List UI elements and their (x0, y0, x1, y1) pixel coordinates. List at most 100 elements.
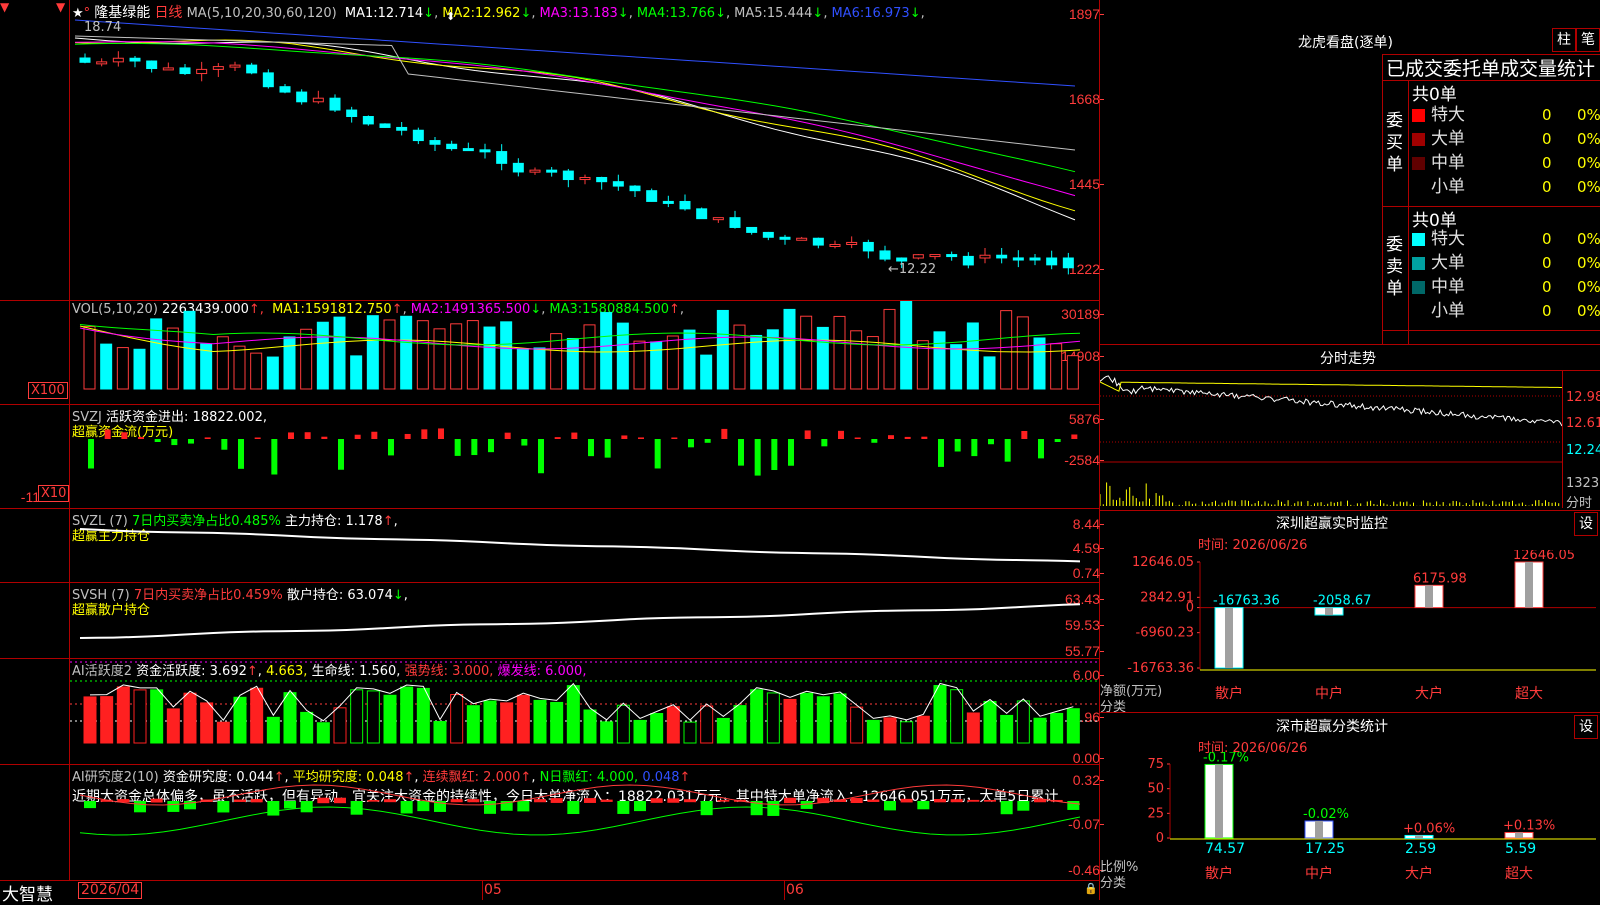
intraday-chart[interactable] (1100, 370, 1562, 508)
fund-flow-bar (571, 432, 578, 439)
ma-line (74, 42, 1076, 173)
research-bar (784, 797, 796, 804)
fund-flow-bar (454, 439, 461, 456)
candle (562, 170, 574, 181)
activity-bar (866, 719, 880, 744)
dragon-tiger-title: 龙虎看盘(逐单) (1298, 35, 1393, 51)
candle (662, 200, 674, 204)
stat-percent: 0% (1577, 106, 1600, 124)
volume-bar (500, 321, 513, 390)
ai-research-chart[interactable] (70, 765, 1098, 880)
volume-bar (666, 335, 679, 390)
fund-flow-bar (971, 439, 978, 457)
expand-icon[interactable]: ▼ (56, 0, 65, 14)
candle (596, 176, 608, 183)
stat-count: 0 (1542, 178, 1552, 196)
activity-bar (566, 685, 580, 744)
fund-flow-bar (404, 433, 411, 439)
volume-bar (100, 343, 113, 390)
fund-flow-bar (888, 435, 894, 439)
research-bar (650, 798, 663, 803)
fund-flow-bar (671, 437, 678, 439)
stat-count: 0 (1542, 254, 1552, 272)
classify-value-label: 2.59 (1405, 841, 1436, 857)
volume-bar (633, 340, 646, 390)
candle (679, 200, 691, 210)
classify-bar-shade (1215, 764, 1223, 838)
ai-active-chart[interactable] (70, 659, 1098, 764)
volume-bar (600, 312, 613, 390)
volume-bar (433, 328, 446, 390)
candle (479, 149, 491, 153)
candle (212, 66, 224, 70)
fund-flow-bar (221, 439, 228, 450)
classify-settings-button[interactable]: 设 (1574, 715, 1598, 739)
candle (129, 57, 141, 62)
fund-flow-bar (788, 439, 794, 466)
stat-label: 大单 (1431, 129, 1465, 149)
svzl-line-chart[interactable] (70, 509, 1098, 582)
activity-bar (83, 696, 97, 744)
volume-bar (133, 348, 146, 390)
fund-flow-bar (204, 437, 211, 439)
kline-chart-area[interactable]: ▼ ▼ ★° 隆基绿能 日线 MA(5,10,20,30,60,120) MA1… (0, 0, 1104, 905)
buy-stat-row: 中单 0 0% (1412, 152, 1600, 174)
candle (96, 61, 108, 65)
fund-flow-bar (721, 428, 728, 439)
candlestick-chart[interactable] (70, 18, 1098, 300)
research-bar (950, 799, 963, 803)
buy-stat-row: 特大 0 0% (1412, 104, 1600, 126)
activity-bar (816, 696, 830, 744)
sell-stat-row: 特大 0 0% (1412, 228, 1600, 250)
volume-chart[interactable] (70, 301, 1098, 404)
tick-view-button[interactable]: 笔 (1576, 28, 1600, 52)
research-bar (1000, 801, 1013, 815)
activity-bar (766, 692, 780, 744)
fund-flow-bar (371, 431, 378, 439)
candle (312, 97, 324, 103)
vol-unit-label: X100 (28, 382, 68, 399)
svzj-unit-label: X10 (38, 485, 70, 502)
research-line (79, 806, 1081, 836)
candle (762, 231, 774, 238)
activity-bar (1066, 708, 1080, 744)
research-bar (400, 801, 413, 814)
volume-bar (400, 315, 413, 390)
fund-flow-bar (871, 439, 878, 443)
activity-bar (883, 717, 897, 744)
fund-flow-bar (154, 439, 161, 442)
bar-view-button[interactable]: 柱 (1552, 28, 1576, 52)
activity-bar (233, 696, 247, 744)
monitor-bar-chart[interactable]: 12646.052842.910-6960.23-16763.36-16763.… (1100, 550, 1600, 710)
candle (246, 64, 258, 74)
date-axis-label: 05 (484, 882, 502, 898)
activity-bar (650, 713, 664, 744)
stat-percent: 0% (1577, 254, 1600, 272)
lock-icon[interactable]: 🔒 (1084, 882, 1098, 895)
svzj-bar-chart[interactable] (70, 405, 1098, 508)
research-bar (317, 797, 330, 804)
fund-flow-bar (288, 432, 294, 439)
candle (962, 255, 974, 266)
volume-bar (1000, 310, 1013, 390)
volume-bar (1016, 316, 1029, 390)
volume-bar (833, 315, 846, 390)
research-bar (1017, 801, 1030, 811)
fund-flow-bar (188, 439, 194, 444)
classify-axis-label: 25 (1147, 806, 1164, 821)
research-bar (150, 798, 163, 803)
research-bar (684, 799, 696, 803)
monitor-settings-button[interactable]: 设 (1574, 512, 1598, 536)
candle (79, 57, 91, 63)
ma-line (74, 37, 1076, 221)
classify-xlabel: 分类 (1100, 876, 1127, 891)
candle (1012, 257, 1024, 261)
classify-bar-chart[interactable]: 75 50 25 0 -0.17% 74.57 散户 -0.02% 17.25 中户 +0.06% 2… (1100, 752, 1600, 900)
monitor-category-label: 中户 (1315, 685, 1343, 702)
candle (879, 250, 891, 260)
svsh-line-chart[interactable] (70, 583, 1098, 658)
main-holding-line (79, 528, 1081, 563)
candle (396, 126, 408, 131)
monitor-bar-shade (1425, 585, 1433, 608)
candle (946, 254, 958, 258)
